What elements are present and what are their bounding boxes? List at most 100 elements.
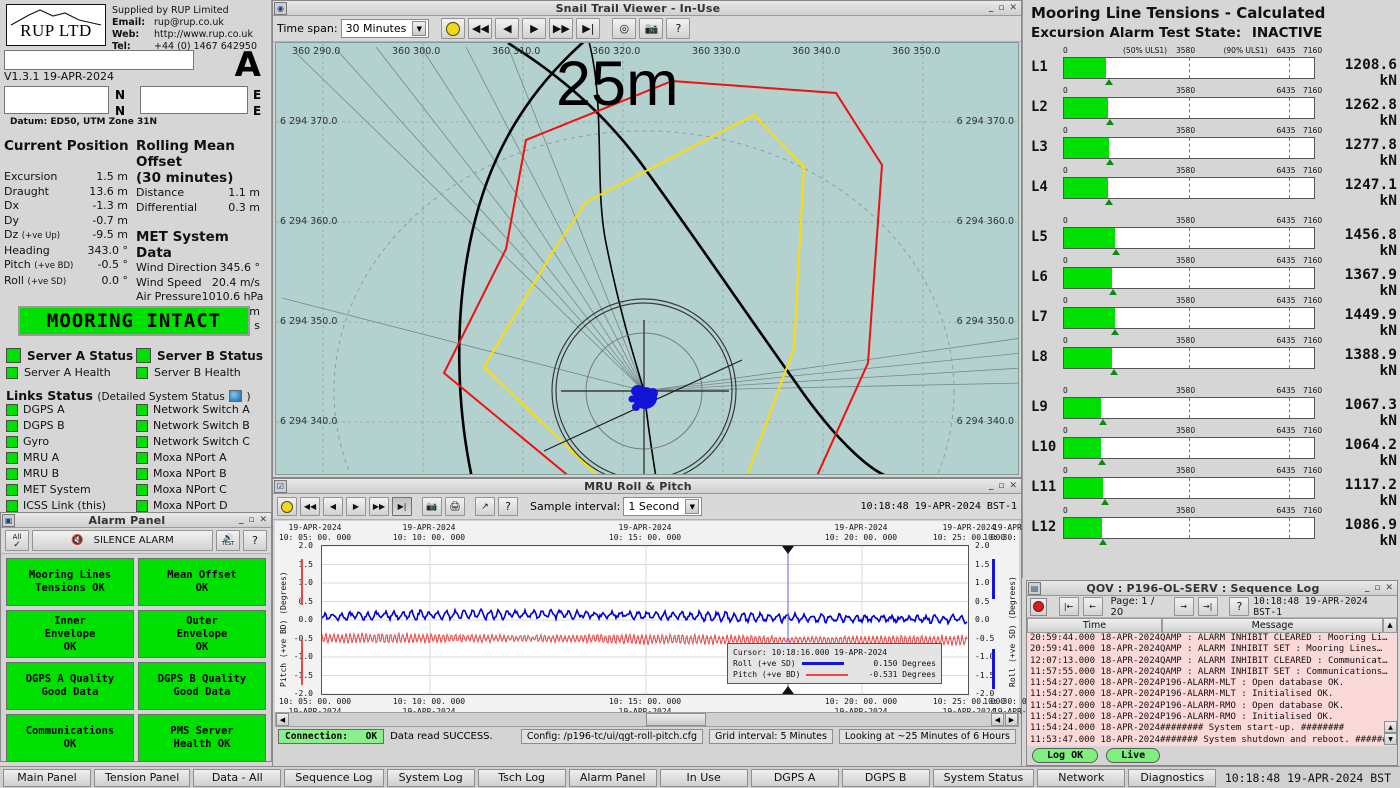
alarm-cell[interactable]: CommunicationsOK [6,714,134,762]
center-view-button[interactable]: ◎ [612,18,636,39]
seq-log-rows[interactable]: 20:59:44.000 18-APR-2024QAMP : ALARM INH… [1027,633,1397,746]
step-forward-button[interactable]: ▶ [522,18,546,39]
snail-titlebar[interactable]: ◉ Snail Trail Viewer - In-Use _ ▫ ✕ [273,1,1021,16]
first-page-button[interactable]: |← [1059,597,1079,616]
mru-help-button[interactable]: ? [498,497,518,516]
minimize-icon[interactable]: _ [1365,584,1370,593]
scroll-left-icon[interactable]: ◀ [276,713,289,726]
alarm-panel-titlebar[interactable]: ▣ Alarm Panel _ ▫ ✕ [1,513,271,528]
prev-page-button[interactable]: ← [1083,597,1103,616]
alarm-cell[interactable]: Mooring LinesTensions OK [6,558,134,606]
window-controls[interactable]: _ ▫ ✕ [989,482,1017,491]
stop-button[interactable] [1030,598,1047,616]
live-clock-button[interactable] [441,18,465,39]
scroll-up-icon[interactable]: ▲ [1384,721,1397,733]
mru-chart[interactable]: 19-APR-202410: 05: 00. 00019-APR-202410:… [275,521,1019,717]
seq-col-time[interactable]: Time [1027,618,1162,633]
scroll-down-icon[interactable]: ▼ [1384,733,1397,745]
mru-go-to-end-button[interactable]: ▶| [392,497,412,516]
alarm-cell[interactable]: InnerEnvelopeOK [6,610,134,658]
maximize-icon[interactable]: ▫ [998,4,1004,13]
window-controls[interactable]: _ ▫ ✕ [989,4,1017,13]
chevron-down-icon[interactable]: ▼ [412,21,426,36]
alarm-cell[interactable]: DGPS B QualityGood Data [138,662,266,710]
sample-interval-select[interactable]: 1 Second ▼ [623,497,702,516]
taskbar-button[interactable]: Network [1037,769,1125,787]
stop-icon [1033,601,1044,612]
maximize-icon[interactable]: ▫ [1374,584,1380,593]
step-back-button[interactable]: ◀ [495,18,519,39]
window-controls[interactable]: _ ▫ ✕ [1365,584,1393,593]
minimize-icon[interactable]: _ [239,516,244,525]
timespan-select[interactable]: 30 Minutes ▼ [341,19,430,38]
taskbar-button[interactable]: Diagnostics [1128,769,1216,787]
mru-export-button[interactable]: ↗ [475,497,495,516]
scroll-up-icon[interactable]: ▲ [1383,618,1397,633]
mru-step-forward-button[interactable]: ▶ [346,497,366,516]
mru-horizontal-scrollbar[interactable]: ◀ ◀ ▶ [275,712,1019,727]
seq-log-row[interactable]: 11:57:55.000 18-APR-2024QAMP : ALARM INH… [1027,667,1397,678]
seq-log-row[interactable]: 20:59:44.000 18-APR-2024QAMP : ALARM INH… [1027,633,1397,644]
scroll-left-icon-2[interactable]: ◀ [991,713,1004,726]
taskbar-button[interactable]: System Status [933,769,1035,787]
mru-print-button[interactable]: 🖨 [445,497,465,516]
mru-skip-forward-button[interactable]: ▶▶ [369,497,389,516]
easting-field[interactable] [140,86,248,114]
close-icon[interactable]: ✕ [1385,584,1393,593]
last-page-button[interactable]: →| [1198,597,1218,616]
skip-forward-button[interactable]: ▶▶ [549,18,573,39]
seq-log-row[interactable]: 11:54:24.000 18-APR-2024######## System … [1027,723,1397,734]
silence-alarm-button[interactable]: 🔇 SILENCE ALARM [32,530,213,551]
chevron-down-icon[interactable]: ▼ [685,499,699,514]
maximize-icon[interactable]: ▫ [248,516,254,525]
seq-col-message[interactable]: Message [1162,618,1383,633]
alarm-cell[interactable]: OuterEnvelopeOK [138,610,266,658]
mru-live-clock-button[interactable] [277,497,297,516]
seq-log-row[interactable]: 11:54:27.000 18-APR-2024P196-ALARM-RMO :… [1027,712,1397,723]
scroll-right-icon[interactable]: ▶ [1005,713,1018,726]
maximize-icon[interactable]: ▫ [998,482,1004,491]
seq-log-row[interactable]: 12:07:13.000 18-APR-2024QAMP : ALARM INH… [1027,656,1397,667]
seq-log-row[interactable]: 11:53:47.000 18-APR-2024####### System s… [1027,735,1397,746]
seq-titlebar[interactable]: ▤ QOV : P196-OL-SERV : Sequence Log _ ▫ … [1027,581,1397,596]
taskbar-button[interactable]: Main Panel [3,769,91,787]
seq-help-button[interactable]: ? [1229,597,1249,616]
taskbar-button[interactable]: Tension Panel [94,769,190,787]
taskbar-button[interactable]: System Log [387,769,475,787]
mru-titlebar[interactable]: ☑ MRU Roll & Pitch _ ▫ ✕ [273,479,1021,494]
taskbar-button[interactable]: In Use [660,769,748,787]
seq-log-row[interactable]: 11:54:27.000 18-APR-2024P196-ALARM-RMO :… [1027,701,1397,712]
taskbar-button[interactable]: Sequence Log [284,769,383,787]
seq-log-row[interactable]: 11:54:27.000 18-APR-2024P196-ALARM-MLT :… [1027,678,1397,689]
close-icon[interactable]: ✕ [1009,4,1017,13]
mru-skip-back-button[interactable]: ◀◀ [300,497,320,516]
snail-trail-chart[interactable]: 25m 360 290.0360 300.0360 310.0360 320.0… [275,42,1019,475]
mru-step-back-button[interactable]: ◀ [323,497,343,516]
acknowledge-all-button[interactable]: All✓ [5,530,29,551]
vessel-name-field[interactable] [4,50,194,70]
seq-log-row[interactable]: 20:59:41.000 18-APR-2024QAMP : ALARM INH… [1027,644,1397,655]
snapshot-button[interactable]: 📷 [639,18,663,39]
minimize-icon[interactable]: _ [989,482,994,491]
skip-back-button[interactable]: ◀◀ [468,18,492,39]
seq-log-row[interactable]: 11:54:27.000 18-APR-2024P196-ALARM-MLT :… [1027,689,1397,700]
globe-icon[interactable] [229,390,242,402]
northing-field[interactable] [4,86,109,114]
alarm-cell[interactable]: Mean OffsetOK [138,558,266,606]
minimize-icon[interactable]: _ [989,4,994,13]
mru-plot-area[interactable]: Cursor: 10:18:16.000 19-APR-2024 Roll (+… [321,545,969,695]
taskbar-button[interactable]: Data - All [193,769,281,787]
next-page-button[interactable]: → [1174,597,1194,616]
alarm-cell[interactable]: DGPS A QualityGood Data [6,662,134,710]
taskbar-button[interactable]: Alarm Panel [569,769,657,787]
scrollbar-thumb[interactable] [646,713,706,726]
snail-help-button[interactable]: ? [666,18,690,39]
mru-snapshot-button[interactable]: 📷 [422,497,442,516]
taskbar-button[interactable]: Tsch Log [478,769,566,787]
taskbar-button[interactable]: DGPS B [842,769,930,787]
alarm-cell[interactable]: PMS ServerHealth OK [138,714,266,762]
go-to-end-button[interactable]: ▶| [576,18,600,39]
close-icon[interactable]: ✕ [1009,482,1017,491]
taskbar-button[interactable]: DGPS A [751,769,839,787]
alarm-test-button[interactable]: 🔊TEST [216,530,240,551]
